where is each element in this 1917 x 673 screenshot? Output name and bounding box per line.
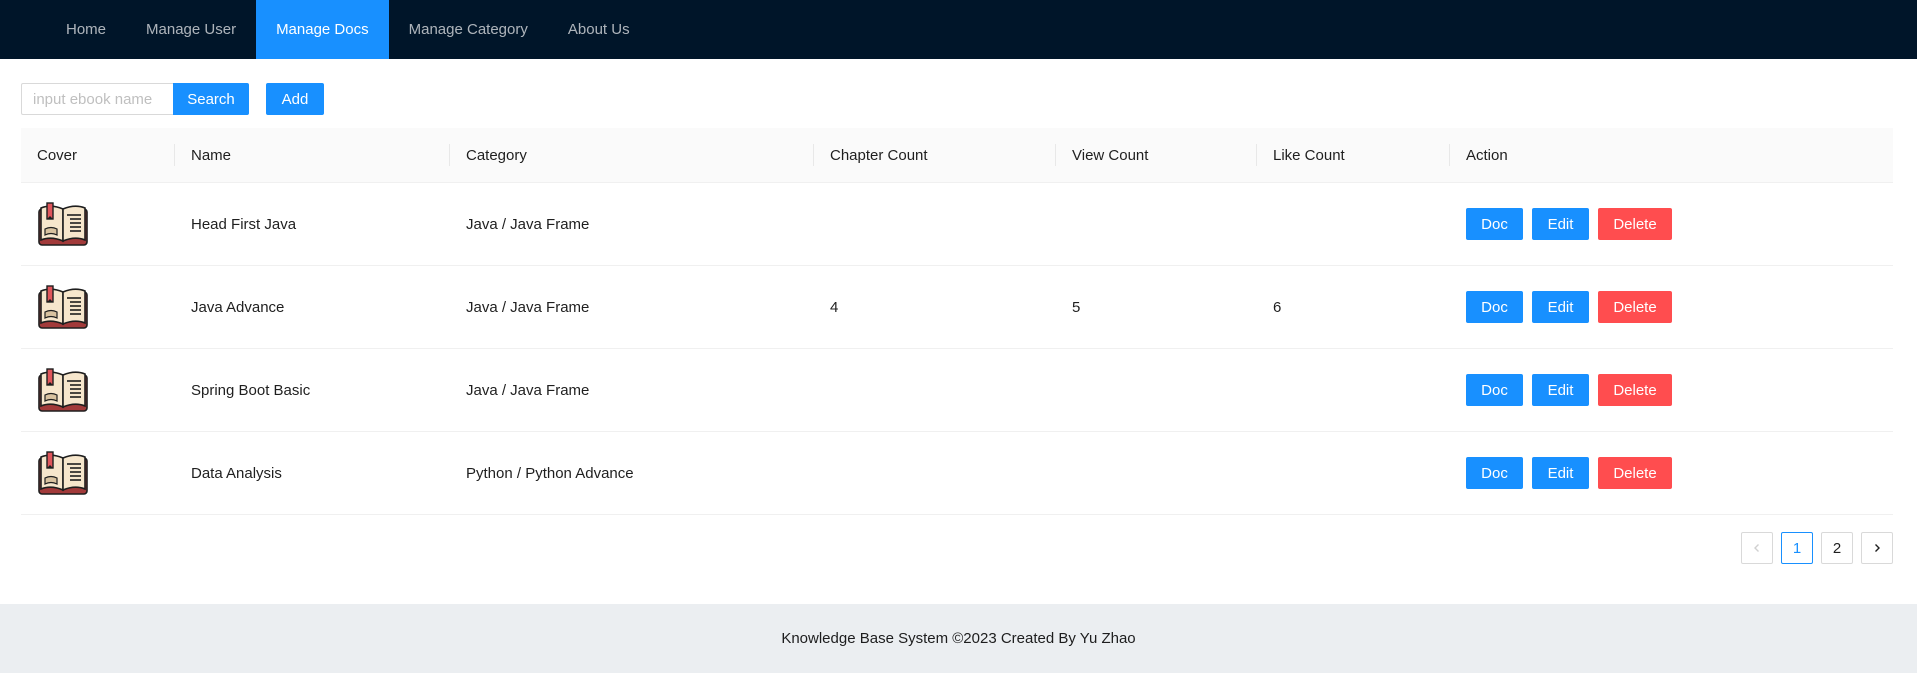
- book-category: Java / Java Frame: [466, 298, 590, 316]
- book-category: Python / Python Advance: [466, 464, 634, 482]
- cover-cell: [37, 349, 89, 431]
- delete-button[interactable]: Delete: [1598, 457, 1672, 489]
- view-count: 5: [1072, 298, 1081, 316]
- column-divider: [1256, 144, 1257, 166]
- nav-item-about-us[interactable]: About Us: [548, 0, 650, 59]
- table-row: Head First Java Java / Java Frame Doc Ed…: [21, 183, 1893, 266]
- like-count: 6: [1273, 298, 1282, 316]
- table-row: Java Advance Java / Java Frame 4 5 6 Doc…: [21, 266, 1893, 349]
- book-category: Java / Java Frame: [466, 215, 590, 233]
- column-divider: [813, 144, 814, 166]
- nav-item-manage-category[interactable]: Manage Category: [389, 0, 548, 59]
- pagination: 1 2: [1741, 532, 1893, 564]
- page-button-2[interactable]: 2: [1821, 532, 1853, 564]
- footer-text: Knowledge Base System ©2023 Created By Y…: [781, 630, 1136, 647]
- page-button-1[interactable]: 1: [1781, 532, 1813, 564]
- doc-button[interactable]: Doc: [1466, 457, 1523, 489]
- row-actions: Doc Edit Delete: [1466, 266, 1672, 348]
- book-name: Head First Java: [191, 215, 297, 233]
- table-header: Cover Name Category Chapter Count View C…: [21, 128, 1893, 183]
- book-name: Data Analysis: [191, 464, 282, 482]
- search-button[interactable]: Search: [173, 83, 249, 115]
- prev-page-button[interactable]: [1741, 532, 1773, 564]
- column-header-cover: Cover: [37, 147, 78, 164]
- edit-button[interactable]: Edit: [1532, 208, 1589, 240]
- add-button[interactable]: Add: [266, 83, 324, 115]
- column-divider: [1449, 144, 1450, 166]
- book-category: Java / Java Frame: [466, 381, 590, 399]
- row-actions: Doc Edit Delete: [1466, 432, 1672, 514]
- row-actions: Doc Edit Delete: [1466, 183, 1672, 265]
- column-divider: [449, 144, 450, 166]
- book-name: Java Advance: [191, 298, 285, 316]
- delete-button[interactable]: Delete: [1598, 291, 1672, 323]
- doc-button[interactable]: Doc: [1466, 208, 1523, 240]
- book-cover-icon: [38, 368, 88, 412]
- search-input[interactable]: [21, 83, 173, 115]
- book-cover-icon: [38, 202, 88, 246]
- edit-button[interactable]: Edit: [1532, 457, 1589, 489]
- book-cover-icon: [38, 285, 88, 329]
- doc-button[interactable]: Doc: [1466, 374, 1523, 406]
- column-divider: [174, 144, 175, 166]
- nav-item-home[interactable]: Home: [46, 0, 126, 59]
- column-header-like-count: Like Count: [1273, 147, 1345, 164]
- toolbar: Search Add: [21, 83, 324, 115]
- nav-item-manage-docs[interactable]: Manage Docs: [256, 0, 389, 59]
- column-header-category: Category: [466, 147, 527, 164]
- cover-cell: [37, 432, 89, 514]
- delete-button[interactable]: Delete: [1598, 208, 1672, 240]
- cover-cell: [37, 266, 89, 348]
- doc-button[interactable]: Doc: [1466, 291, 1523, 323]
- row-actions: Doc Edit Delete: [1466, 349, 1672, 431]
- chapter-count: 4: [830, 298, 839, 316]
- column-header-chapter-count: Chapter Count: [830, 147, 928, 164]
- chevron-right-icon: [1875, 544, 1880, 552]
- edit-button[interactable]: Edit: [1532, 291, 1589, 323]
- cover-cell: [37, 183, 89, 265]
- column-header-action: Action: [1466, 147, 1508, 164]
- top-nav: Home Manage User Manage Docs Manage Cate…: [0, 0, 1917, 59]
- column-header-view-count: View Count: [1072, 147, 1149, 164]
- delete-button[interactable]: Delete: [1598, 374, 1672, 406]
- column-divider: [1055, 144, 1056, 166]
- table-row: Data Analysis Python / Python Advance Do…: [21, 432, 1893, 515]
- nav-item-manage-user[interactable]: Manage User: [126, 0, 256, 59]
- edit-button[interactable]: Edit: [1532, 374, 1589, 406]
- table-row: Spring Boot Basic Java / Java Frame Doc …: [21, 349, 1893, 432]
- column-header-name: Name: [191, 147, 232, 164]
- book-cover-icon: [38, 451, 88, 495]
- next-page-button[interactable]: [1861, 532, 1893, 564]
- chevron-left-icon: [1754, 544, 1759, 552]
- ebook-table: Cover Name Category Chapter Count View C…: [21, 128, 1893, 515]
- table-body: Head First Java Java / Java Frame Doc Ed…: [21, 183, 1893, 515]
- footer: Knowledge Base System ©2023 Created By Y…: [0, 604, 1917, 673]
- book-name: Spring Boot Basic: [191, 381, 311, 399]
